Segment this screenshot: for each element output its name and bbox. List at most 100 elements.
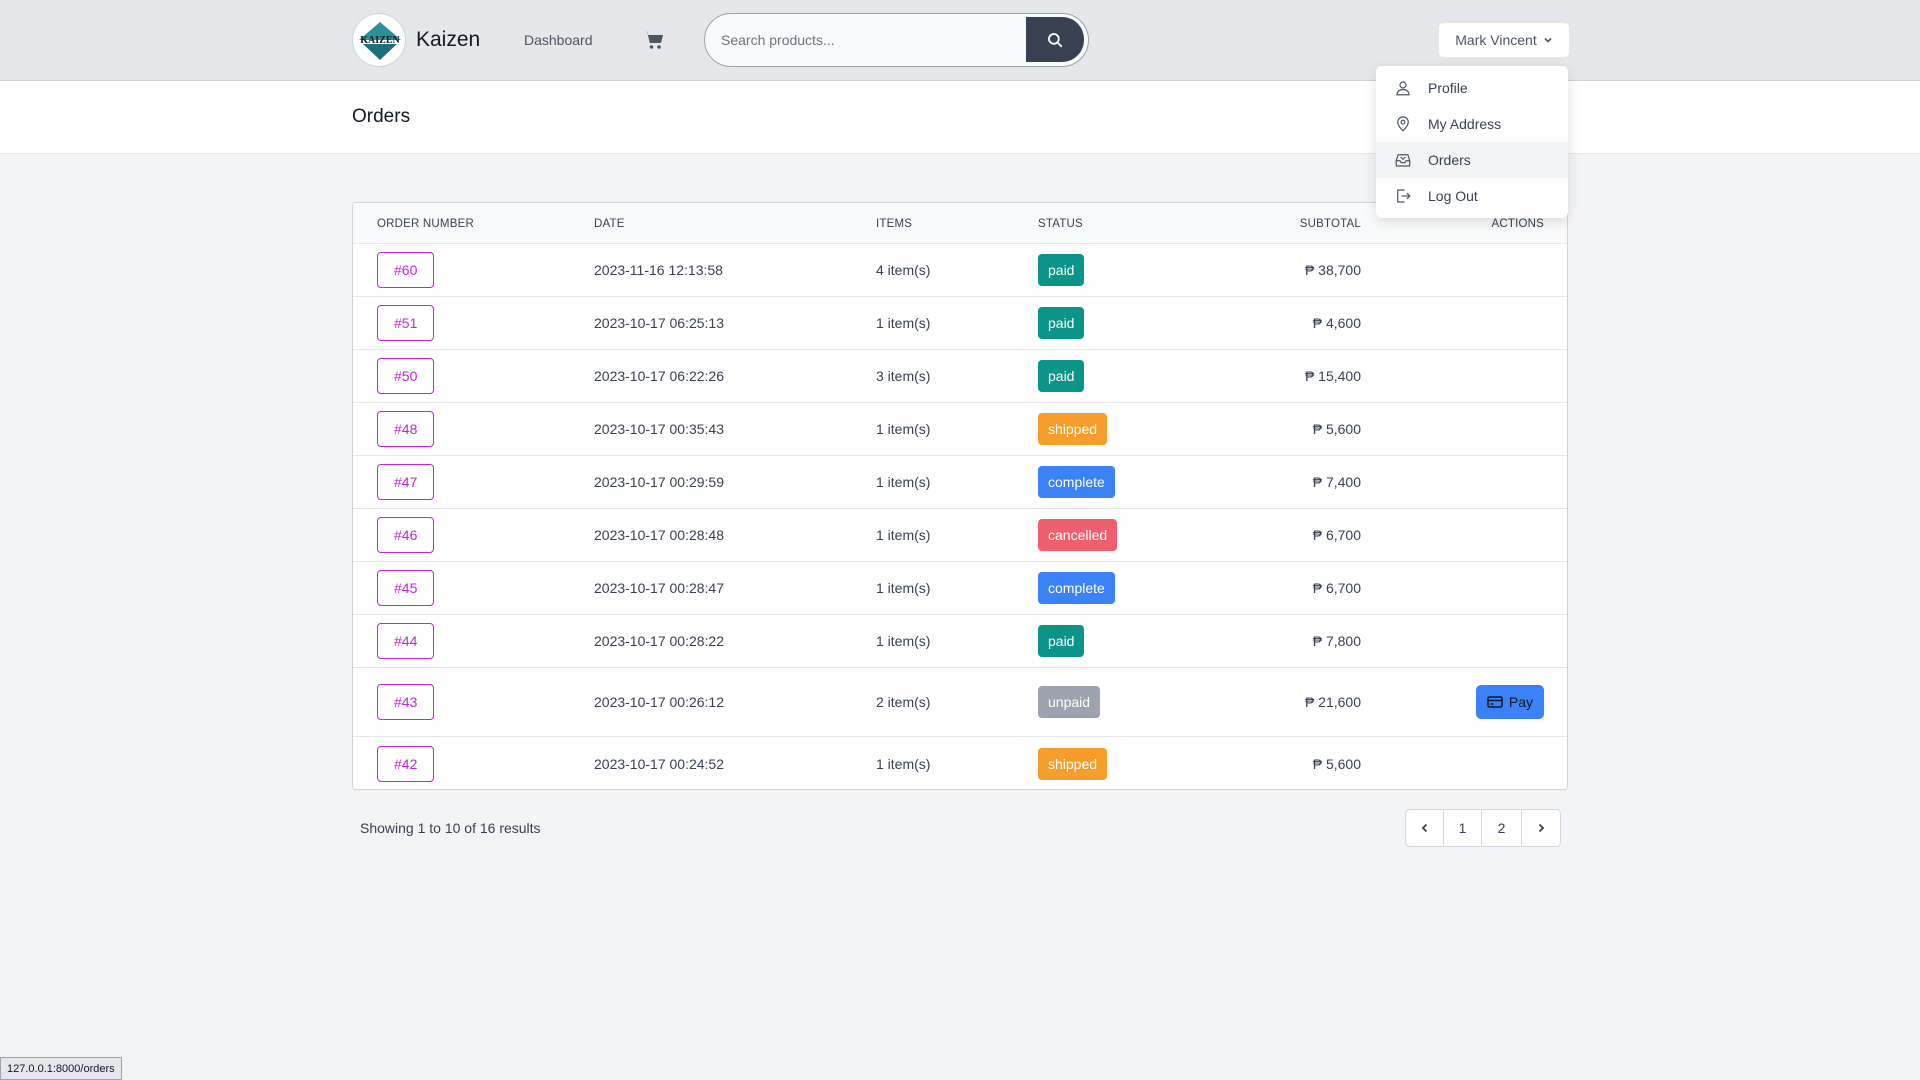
- order-number-link[interactable]: #46: [377, 517, 435, 553]
- cart-icon[interactable]: [642, 28, 666, 52]
- order-date: 2023-10-17 00:28:48: [594, 527, 724, 543]
- brand-logo[interactable]: KAIZEN: [352, 13, 406, 67]
- order-items: 1 item(s): [876, 527, 931, 543]
- order-subtotal: ₱ 4,600: [1312, 315, 1361, 331]
- order-number-link[interactable]: #44: [377, 623, 435, 659]
- order-date: 2023-10-17 00:26:12: [594, 694, 724, 710]
- user-menu-button[interactable]: Mark Vincent: [1439, 23, 1569, 57]
- order-items: 4 item(s): [876, 262, 931, 278]
- pagination-page-2[interactable]: 2: [1482, 810, 1522, 846]
- order-subtotal: ₱ 5,600: [1312, 421, 1361, 437]
- status-badge: paid: [1038, 254, 1085, 286]
- table-row: #60 2023-11-16 12:13:58 4 item(s) paid ₱ 38,…: [353, 244, 1567, 297]
- chevron-left-icon: [1421, 823, 1427, 833]
- order-items: 1 item(s): [876, 755, 931, 772]
- order-items: 1 item(s): [876, 315, 931, 331]
- order-items: 2 item(s): [876, 694, 931, 710]
- page-title: Orders: [352, 106, 411, 127]
- status-badge: paid: [1038, 625, 1085, 657]
- nav-dashboard-link[interactable]: Dashboard: [524, 32, 593, 48]
- table-row: #50 2023-10-17 06:22:26 3 item(s) paid ₱ 15,…: [353, 350, 1567, 403]
- header-actions: ACTIONS: [1491, 218, 1544, 230]
- order-subtotal: ₱ 38,700: [1304, 262, 1361, 278]
- pay-button[interactable]: Pay: [1475, 685, 1544, 719]
- dropdown-item-orders[interactable]: Orders: [1376, 142, 1568, 178]
- order-items: 1 item(s): [876, 421, 931, 437]
- order-date: 2023-11-16 12:13:58: [594, 262, 723, 278]
- order-date: 2023-10-17 00:35:43: [594, 421, 724, 437]
- order-date: 2023-10-17 06:25:13: [594, 315, 724, 331]
- order-items: 1 item(s): [876, 580, 931, 596]
- order-subtotal: ₱ 21,600: [1304, 694, 1361, 710]
- dropdown-item-label: Log Out: [1428, 188, 1478, 204]
- table-row: #48 2023-10-17 00:35:43 1 item(s) shipped ₱ …: [353, 403, 1567, 456]
- table-body: #60 2023-11-16 12:13:58 4 item(s) paid ₱ 38,…: [353, 244, 1567, 789]
- table-row: #43 2023-10-17 00:26:12 2 item(s) unpaid ₱ 2…: [353, 668, 1567, 737]
- person-icon: [1396, 81, 1410, 96]
- page-header: Orders: [0, 81, 1920, 154]
- results-count: Showing 1 to 10 of 16 results: [360, 820, 541, 836]
- order-date: 2023-10-17 00:28:47: [594, 580, 724, 596]
- table-row: #45 2023-10-17 00:28:47 1 item(s) complete ₱…: [353, 562, 1567, 615]
- order-date: 2023-10-17 00:29:59: [594, 474, 724, 490]
- order-number-link[interactable]: #48: [377, 411, 435, 447]
- order-number-link[interactable]: #51: [377, 305, 435, 341]
- search-bar: [704, 13, 1089, 67]
- dropdown-item-profile[interactable]: Profile: [1376, 70, 1568, 106]
- user-name: Mark Vincent: [1455, 32, 1537, 48]
- order-subtotal: ₱ 7,400: [1312, 474, 1361, 490]
- orders-table: ORDER NUMBER DATE ITEMS STATUS SUBTOTAL …: [352, 202, 1568, 790]
- credit-card-icon: [1487, 696, 1503, 708]
- dropdown-item-my-address[interactable]: My Address: [1376, 106, 1568, 142]
- order-subtotal: ₱ 7,800: [1312, 633, 1361, 649]
- inbox-icon: [1395, 154, 1411, 167]
- order-subtotal: ₱ 6,700: [1312, 580, 1361, 596]
- order-number-link[interactable]: #47: [377, 464, 435, 500]
- user-dropdown-menu: Profile My Address Orders Log Out: [1376, 66, 1568, 218]
- search-input[interactable]: [721, 14, 1021, 65]
- dropdown-item-label: Orders: [1428, 152, 1471, 168]
- top-navbar: KAIZEN Kaizen Dashboard Mark Vincent: [0, 0, 1920, 81]
- chevron-right-icon: [1538, 823, 1545, 833]
- order-subtotal: ₱ 6,700: [1312, 527, 1361, 543]
- status-badge: paid: [1038, 360, 1085, 392]
- chevron-down-icon: [1544, 37, 1552, 43]
- status-badge: shipped: [1038, 747, 1108, 780]
- order-date: 2023-10-17 06:22:26: [594, 368, 724, 384]
- browser-status-bar: 127.0.0.1:8000/orders: [0, 1057, 122, 1080]
- order-number-link[interactable]: #42: [377, 745, 435, 782]
- order-items: 1 item(s): [876, 474, 931, 490]
- order-number-link[interactable]: #50: [377, 358, 435, 394]
- header-status: STATUS: [1038, 218, 1083, 230]
- pagination-page-1[interactable]: 1: [1444, 810, 1482, 846]
- brand-name[interactable]: Kaizen: [416, 28, 480, 52]
- order-number-link[interactable]: #43: [377, 684, 435, 720]
- order-subtotal: ₱ 5,600: [1312, 755, 1361, 772]
- order-items: 3 item(s): [876, 368, 931, 384]
- status-badge: cancelled: [1038, 519, 1118, 551]
- pagination-next-button[interactable]: [1522, 810, 1560, 846]
- dropdown-item-log-out[interactable]: Log Out: [1376, 178, 1568, 214]
- table-row: #47 2023-10-17 00:29:59 1 item(s) complete ₱…: [353, 456, 1567, 509]
- order-number-link[interactable]: #60: [377, 252, 435, 288]
- header-date: DATE: [594, 218, 625, 230]
- order-items: 1 item(s): [876, 633, 931, 649]
- dropdown-item-label: Profile: [1428, 80, 1468, 96]
- logout-icon: [1397, 189, 1411, 203]
- search-icon: [1048, 32, 1063, 47]
- status-badge: unpaid: [1038, 686, 1101, 718]
- table-row: #46 2023-10-17 00:28:48 1 item(s) cancelled…: [353, 509, 1567, 562]
- table-row: #42 2023-10-17 00:24:52 1 item(s) shipped ₱ …: [353, 737, 1567, 789]
- status-badge: paid: [1038, 307, 1085, 339]
- dropdown-item-label: My Address: [1428, 116, 1502, 132]
- search-button[interactable]: [1026, 17, 1084, 62]
- order-number-link[interactable]: #45: [377, 570, 435, 606]
- status-badge: complete: [1038, 466, 1115, 498]
- header-subtotal: SUBTOTAL: [1299, 218, 1361, 230]
- pagination: 1 2: [1405, 809, 1561, 847]
- pagination-prev-button[interactable]: [1406, 810, 1444, 846]
- location-pin-icon: [1397, 116, 1409, 132]
- table-row: #44 2023-10-17 00:28:22 1 item(s) paid ₱ 7,8…: [353, 615, 1567, 668]
- order-date: 2023-10-17 00:24:52: [594, 755, 724, 772]
- status-badge: complete: [1038, 572, 1115, 604]
